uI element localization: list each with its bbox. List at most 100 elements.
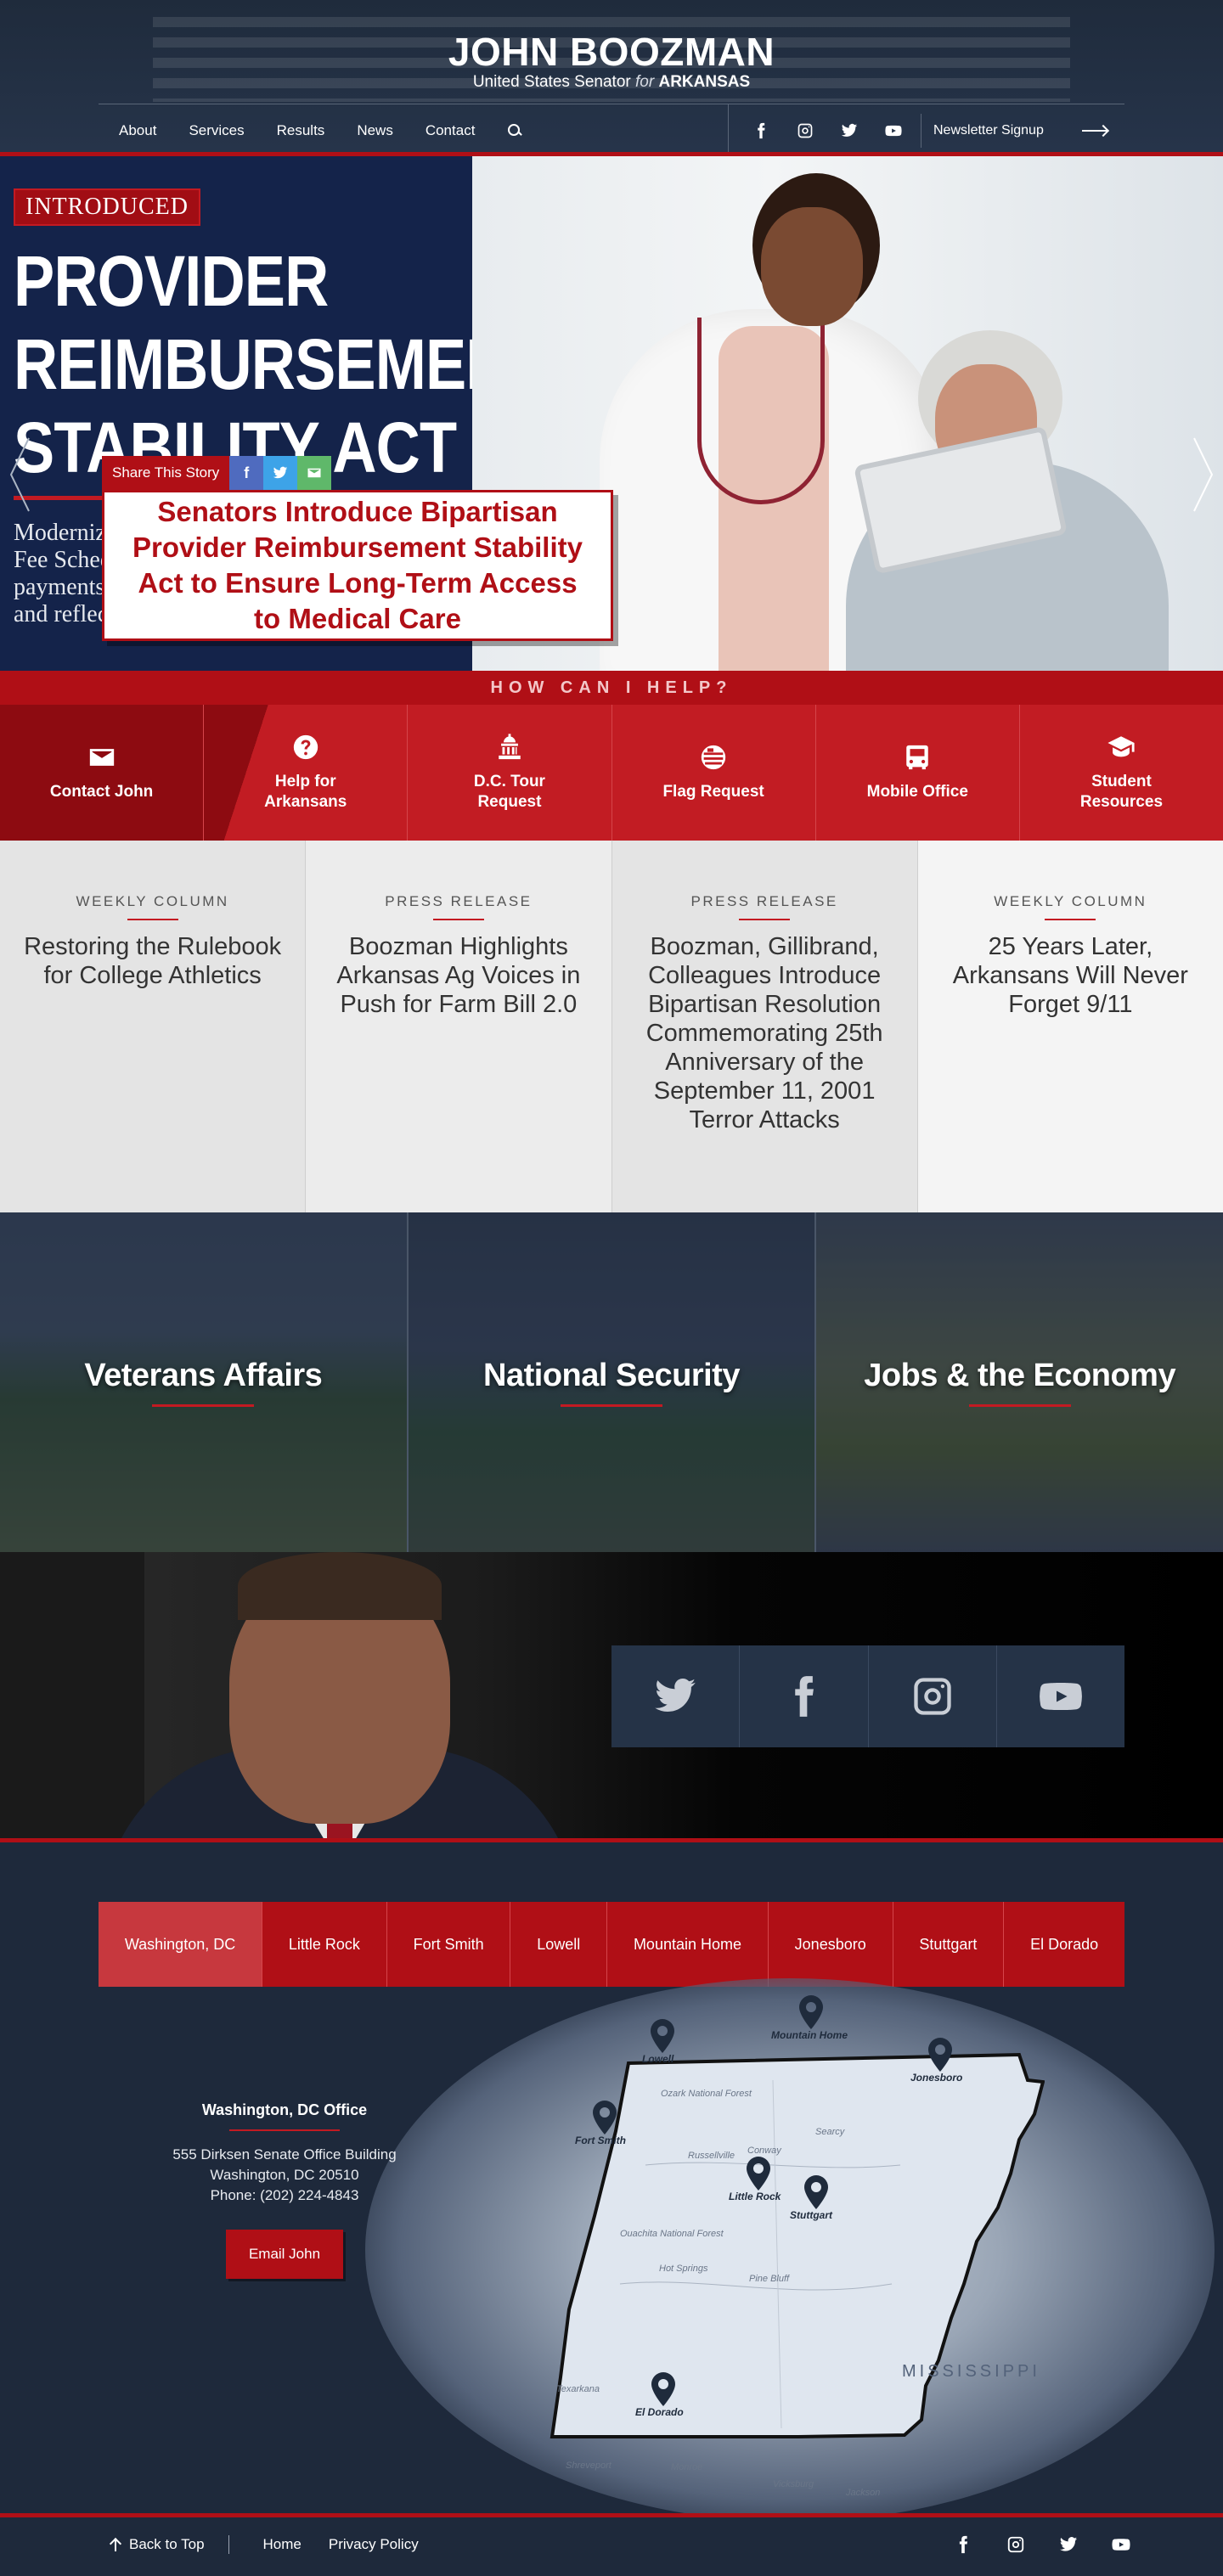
office-tab-el-dorado[interactable]: El Dorado	[1003, 1902, 1124, 1987]
map-pin-stuttgart-icon[interactable]	[803, 2175, 829, 2209]
nav-about[interactable]: About	[119, 122, 156, 139]
youtube-icon[interactable]	[995, 1645, 1124, 1747]
twitter-icon[interactable]	[827, 114, 871, 148]
office-tab-stuttgart[interactable]: Stuttgart	[892, 1902, 1004, 1987]
back-to-top-link[interactable]: Back to Top	[110, 2534, 229, 2554]
map-label: Pine Bluff	[749, 2274, 790, 2284]
help-student-resources[interactable]: Student Resources	[1018, 705, 1223, 841]
office-name: Washington, DC Office	[201, 2101, 368, 2118]
office-tab-washington-dc[interactable]: Washington, DC	[99, 1902, 262, 1987]
nav-news[interactable]: News	[357, 122, 393, 139]
senator-subtitle: United States Senator for ARKANSAS	[472, 73, 751, 91]
facebook-icon[interactable]	[739, 1645, 867, 1747]
map-label: Vicksburg	[773, 2479, 814, 2489]
capitol-icon	[495, 733, 524, 762]
instagram-icon[interactable]	[867, 1645, 996, 1747]
help-dc-tour-request[interactable]: D.C. Tour Request	[407, 705, 612, 841]
help-mobile-office[interactable]: Mobile Office	[814, 705, 1019, 841]
news-title: Restoring the Rulebook for College Athle…	[24, 933, 282, 989]
bus-icon	[903, 743, 932, 772]
news-title: 25 Years Later, Arkansans Will Never For…	[952, 933, 1188, 1018]
hero-tag: INTRODUCED	[14, 188, 200, 226]
help-contact-john[interactable]: Contact John	[0, 705, 204, 841]
office-tab-mountain-home[interactable]: Mountain Home	[606, 1902, 768, 1987]
arkansas-map	[550, 2052, 1045, 2438]
map-label: Jackson	[846, 2488, 881, 2498]
facebook-icon[interactable]	[739, 114, 783, 148]
map-pin-lowell-icon[interactable]	[650, 2019, 675, 2053]
nav-contact[interactable]: Contact	[426, 122, 476, 139]
graduation-cap-icon	[1107, 733, 1136, 762]
social-media-section	[0, 1552, 1223, 1842]
instagram-icon[interactable]	[783, 114, 827, 148]
hero-story-title: Senators Introduce Bipartisan Provider R…	[132, 496, 583, 634]
issue-jobs-economy[interactable]: Jobs & the Economy	[814, 1212, 1223, 1552]
newsletter-signup-link[interactable]: Newsletter Signup	[921, 113, 1124, 148]
nav-results[interactable]: Results	[277, 122, 325, 139]
issue-national-security[interactable]: National Security	[406, 1212, 815, 1552]
map-state-label: MISSISSIPPI	[902, 2362, 1040, 2381]
offices-section: Washington, DC Little Rock Fort Smith Lo…	[0, 1842, 1223, 2513]
office-tabs: Washington, DC Little Rock Fort Smith Lo…	[99, 1902, 1124, 1987]
youtube-icon[interactable]	[1104, 2528, 1138, 2562]
help-section: HOW CAN I HELP? Contact John Help for Ar…	[0, 671, 1223, 841]
facebook-icon[interactable]	[946, 2528, 980, 2562]
photo-doctor-face	[761, 207, 863, 326]
twitter-icon[interactable]	[612, 1645, 739, 1747]
issue-veterans-affairs[interactable]: Veterans Affairs	[0, 1212, 407, 1552]
slider-next-arrow-icon[interactable]	[1192, 436, 1215, 513]
map-label: Shreveport	[566, 2461, 612, 2471]
photo-chair	[0, 1552, 144, 1838]
map-label: Ozark National Forest	[661, 2089, 752, 2099]
share-bar: Share This Story f	[102, 456, 332, 490]
news-type: WEEKLY COLUMN	[994, 893, 1147, 909]
map-pin-fort-smith-icon[interactable]	[592, 2101, 617, 2134]
slider-prev-arrow-icon[interactable]	[8, 436, 31, 513]
share-facebook-icon[interactable]: f	[229, 456, 264, 490]
question-icon	[291, 733, 320, 762]
senator-name: JOHN BOOZMAN	[448, 30, 775, 74]
office-tab-fort-smith[interactable]: Fort Smith	[386, 1902, 510, 1987]
search-icon[interactable]	[507, 123, 522, 138]
share-label: Share This Story	[102, 456, 230, 490]
map-label: Searcy	[815, 2127, 845, 2137]
map-pin-mountain-home-icon[interactable]	[798, 1995, 824, 2029]
instagram-icon[interactable]	[999, 2528, 1033, 2562]
news-title: Boozman Highlights Arkansas Ag Voices in…	[336, 933, 581, 1018]
map-pin-jonesboro-icon[interactable]	[927, 2038, 953, 2072]
office-tab-jonesboro[interactable]: Jonesboro	[767, 1902, 893, 1987]
hero-story-card[interactable]: Senators Introduce Bipartisan Provider R…	[102, 490, 613, 641]
nav-services[interactable]: Services	[189, 122, 244, 139]
footer-privacy-link[interactable]: Privacy Policy	[329, 2536, 419, 2553]
footer-home-link[interactable]: Home	[263, 2536, 302, 2553]
hero-title: PROVIDER REIMBURSEMENT STABILITY ACT	[14, 241, 547, 487]
news-item[interactable]: WEEKLY COLUMN Restoring the Rulebook for…	[0, 841, 306, 1212]
news-item[interactable]: WEEKLY COLUMN 25 Years Later, Arkansans …	[916, 841, 1223, 1212]
share-email-icon[interactable]	[297, 456, 332, 490]
help-for-arkansans[interactable]: Help for Arkansans	[203, 705, 408, 841]
news-type: WEEKLY COLUMN	[76, 893, 229, 909]
office-tab-lowell[interactable]: Lowell	[510, 1902, 606, 1987]
news-item[interactable]: PRESS RELEASE Boozman Highlights Arkansa…	[305, 841, 611, 1212]
map-label: Hot Springs	[659, 2264, 708, 2274]
map-label: Russellville	[688, 2151, 735, 2161]
arrow-right-icon	[1082, 129, 1107, 132]
flag-icon	[699, 743, 728, 772]
news-title: Boozman, Gillibrand, Colleagues Introduc…	[645, 933, 883, 1133]
office-address-line-1: 555 Dirksen Senate Office Building	[172, 2146, 397, 2163]
news-item[interactable]: PRESS RELEASE Boozman, Gillibrand, Colle…	[611, 841, 917, 1212]
office-address-line-2: Washington, DC 20510	[210, 2167, 359, 2183]
office-tab-little-rock[interactable]: Little Rock	[262, 1902, 386, 1987]
envelope-icon	[87, 743, 116, 772]
youtube-icon[interactable]	[871, 114, 916, 148]
issues-section: Veterans Affairs National Security Jobs …	[0, 1212, 1223, 1552]
office-details: Washington, DC Office 555 Dirksen Senate…	[127, 2101, 442, 2279]
photo-senator-hair	[238, 1552, 442, 1620]
map-pin-little-rock-icon[interactable]	[746, 2157, 771, 2191]
map-pin-el-dorado-icon[interactable]	[651, 2372, 676, 2406]
email-john-button[interactable]: Email John	[226, 2230, 343, 2279]
help-flag-request[interactable]: Flag Request	[611, 705, 815, 841]
site-logo[interactable]: JOHN BOOZMAN United States Senator for A…	[0, 32, 1223, 92]
twitter-icon[interactable]	[1051, 2528, 1085, 2562]
share-twitter-icon[interactable]	[263, 456, 298, 490]
